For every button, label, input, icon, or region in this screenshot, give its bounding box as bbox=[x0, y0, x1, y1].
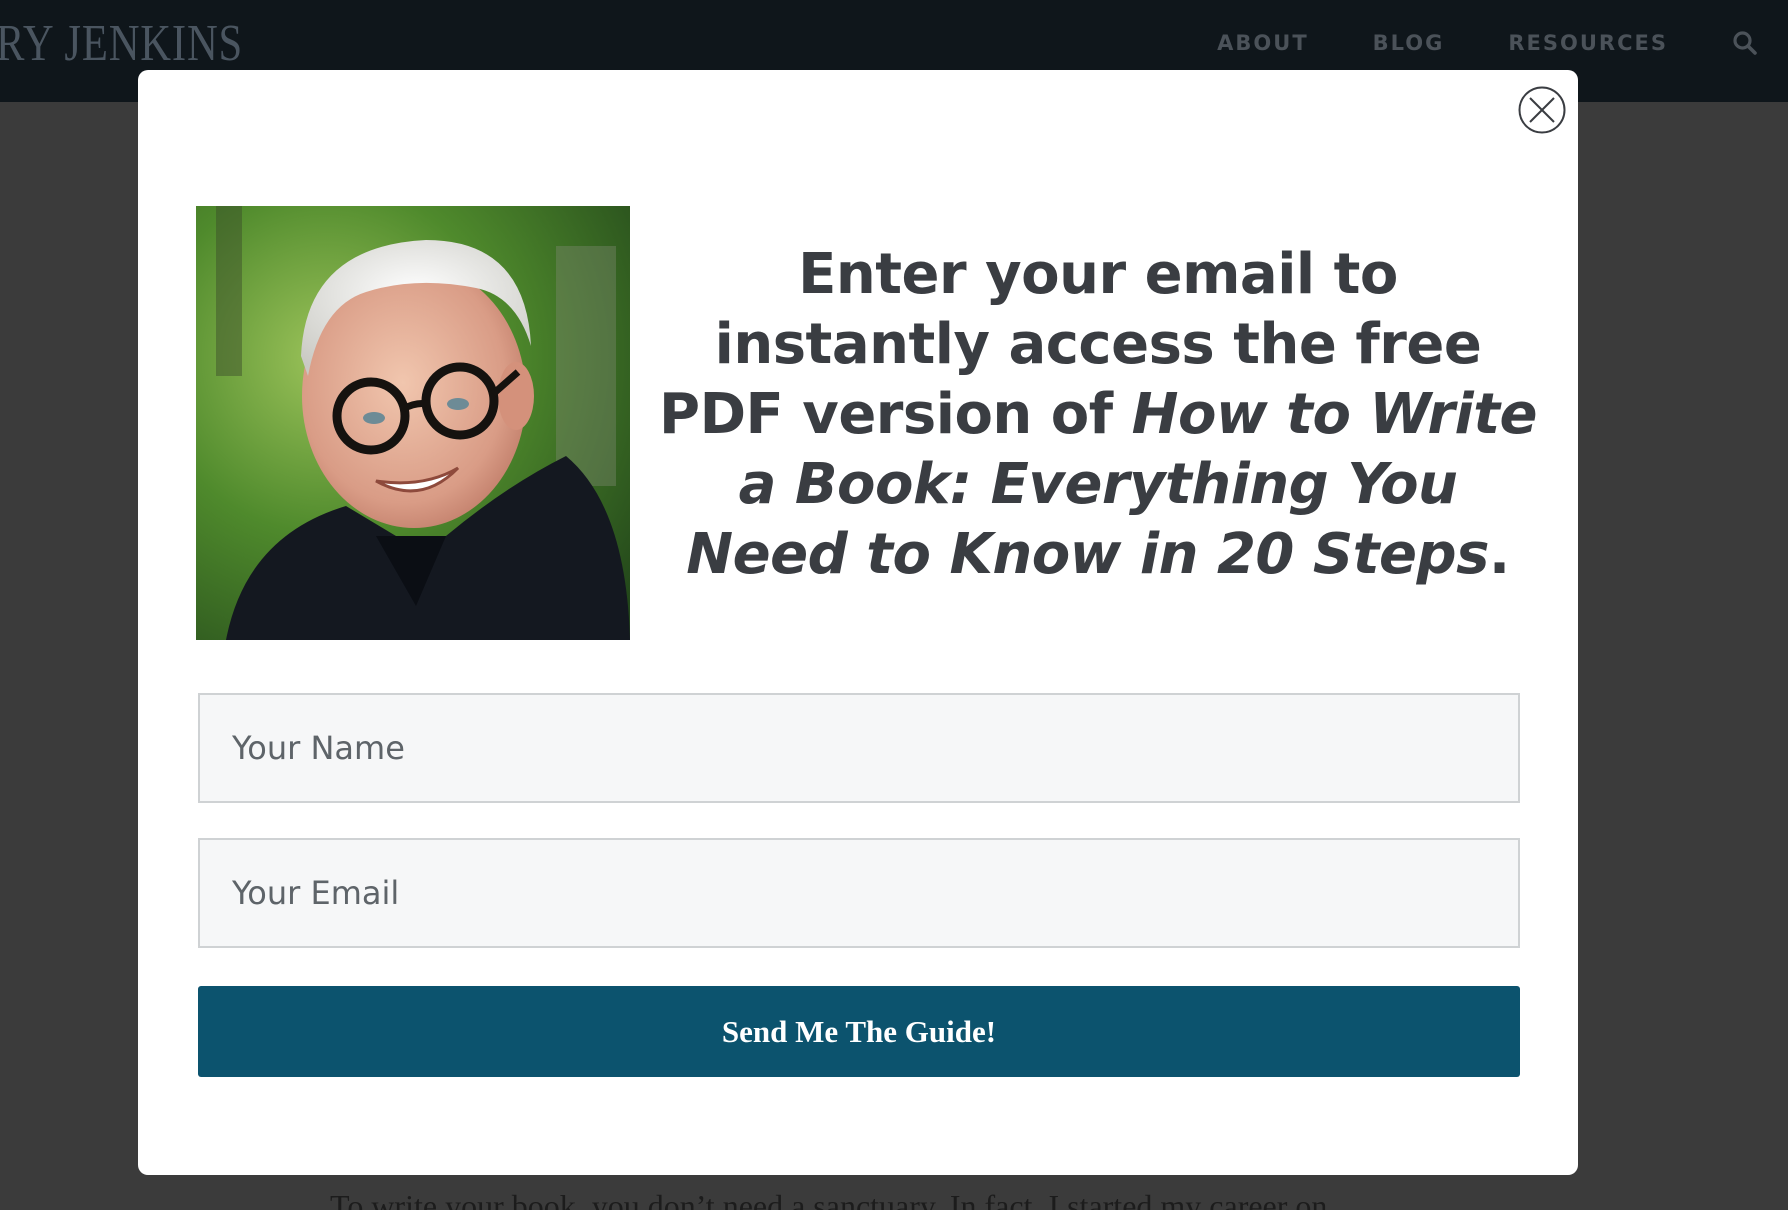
close-icon[interactable] bbox=[1518, 86, 1566, 134]
search-icon[interactable] bbox=[1732, 30, 1758, 56]
optin-modal: Enter your email to instantly access the… bbox=[138, 70, 1578, 1175]
page: RY JENKINS ABOUT BLOG RESOURCES To write… bbox=[0, 0, 1788, 1210]
author-photo bbox=[196, 206, 630, 640]
site-logo[interactable]: RY JENKINS bbox=[0, 14, 243, 73]
background-article-text: To write your book, you don’t need a san… bbox=[330, 1188, 1328, 1210]
site-nav: ABOUT BLOG RESOURCES bbox=[1153, 30, 1758, 56]
headline-end: . bbox=[1488, 522, 1510, 587]
headline: Enter your email to instantly access the… bbox=[658, 240, 1538, 590]
nav-item-resources[interactable]: RESOURCES bbox=[1508, 31, 1668, 55]
nav-item-about[interactable]: ABOUT bbox=[1217, 31, 1309, 55]
name-field[interactable] bbox=[198, 693, 1520, 803]
email-field[interactable] bbox=[198, 838, 1520, 948]
nav-item-blog[interactable]: BLOG bbox=[1373, 31, 1445, 55]
send-guide-button[interactable]: Send Me The Guide! bbox=[198, 986, 1520, 1077]
